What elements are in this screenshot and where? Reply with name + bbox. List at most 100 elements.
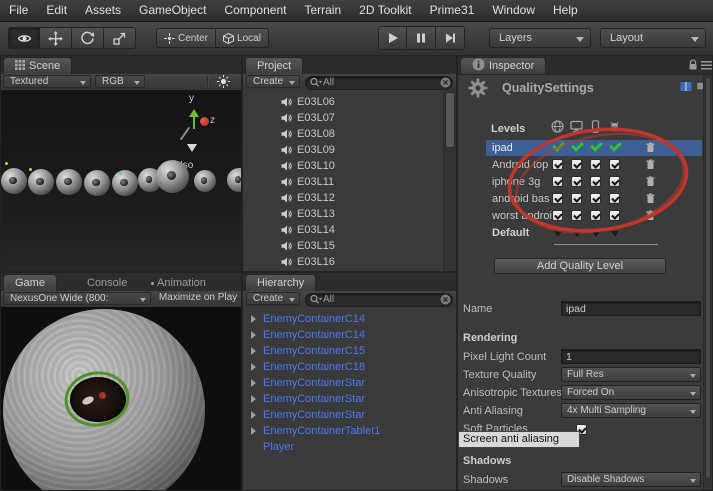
expand-arrow-icon[interactable]: [251, 363, 256, 371]
lock-icon[interactable]: [688, 59, 698, 71]
tab-project[interactable]: Project: [245, 57, 304, 74]
checkbox-checked[interactable]: [590, 159, 601, 170]
green-check-icon[interactable]: [590, 139, 603, 152]
name-field[interactable]: ipad: [561, 301, 701, 316]
project-scrollbar[interactable]: [443, 90, 456, 271]
scene-object-sphere[interactable]: [1, 168, 27, 194]
tab-animation[interactable]: Animation: [157, 275, 206, 291]
project-list[interactable]: E03L06 E03L07 E03L08 E03L09 E03L10 E03L1…: [243, 90, 456, 271]
expand-arrow-icon[interactable]: [251, 395, 256, 403]
scene-object-sphere[interactable]: [156, 160, 189, 193]
asset-item[interactable]: E03L16: [243, 254, 335, 270]
scene-object-sphere[interactable]: [28, 169, 54, 195]
checkbox-checked[interactable]: [609, 159, 620, 170]
scrollbar-thumb[interactable]: [445, 92, 455, 148]
menu-assets[interactable]: Assets: [76, 0, 130, 21]
light-gizmo-icon[interactable]: [29, 168, 32, 171]
gameobject-item[interactable]: EnemyContainerC14: [243, 327, 365, 343]
scene-object-sphere[interactable]: [227, 168, 241, 192]
default-dropdown-arrow[interactable]: [592, 231, 600, 241]
checkbox-checked[interactable]: [590, 176, 601, 187]
menu-2d-toolkit[interactable]: 2D Toolkit: [350, 0, 420, 21]
menu-window[interactable]: Window: [483, 0, 544, 21]
trash-icon[interactable]: [646, 159, 655, 170]
pixel-light-count-field[interactable]: 1: [561, 349, 701, 364]
project-create-dropdown[interactable]: Create: [246, 75, 300, 88]
render-channels-dropdown[interactable]: RGB: [95, 75, 145, 88]
tab-game[interactable]: Game: [3, 274, 57, 291]
trash-icon[interactable]: [646, 176, 655, 187]
checkbox-checked[interactable]: [552, 210, 563, 221]
step-button[interactable]: [436, 26, 465, 50]
green-check-icon[interactable]: [571, 139, 584, 152]
quality-row-worst-android[interactable]: worst androic: [486, 208, 702, 224]
panel-menu-icon[interactable]: [701, 61, 712, 70]
inspector-scrollbar[interactable]: [703, 75, 712, 490]
tab-inspector[interactable]: Inspector: [460, 57, 547, 74]
checkbox-checked[interactable]: [590, 210, 601, 221]
expand-arrow-icon[interactable]: [251, 347, 256, 355]
add-quality-level-button[interactable]: Add Quality Level: [494, 258, 666, 274]
quality-row-android-top[interactable]: Android top: [486, 157, 702, 173]
menu-edit[interactable]: Edit: [37, 0, 76, 21]
shadows-dropdown[interactable]: Disable Shadows: [561, 472, 701, 487]
tab-scene[interactable]: Scene: [3, 57, 73, 74]
green-check-icon[interactable]: [609, 139, 622, 152]
gizmo-icon[interactable]: [119, 172, 122, 175]
menu-prime31[interactable]: Prime31: [421, 0, 484, 21]
checkbox-checked[interactable]: [571, 159, 582, 170]
checkbox-checked[interactable]: [590, 193, 601, 204]
light-gizmo-icon[interactable]: [5, 162, 8, 165]
scene-object-sphere[interactable]: [194, 170, 216, 192]
asset-item[interactable]: E03L12: [243, 190, 335, 206]
gameobject-item[interactable]: Player: [243, 439, 294, 455]
texture-quality-dropdown[interactable]: Full Res: [561, 367, 701, 382]
scene-object-sphere[interactable]: [56, 169, 82, 195]
down-arrow-icon[interactable]: [187, 144, 197, 157]
asset-item[interactable]: E03L10: [243, 158, 335, 174]
gameobject-item[interactable]: EnemyContainerStar: [243, 407, 365, 423]
view-tool-button[interactable]: [8, 27, 40, 49]
expand-arrow-icon[interactable]: [251, 379, 256, 387]
checkbox-checked[interactable]: [552, 193, 563, 204]
gameobject-item[interactable]: EnemyContainerC15: [243, 343, 365, 359]
pause-button[interactable]: [407, 26, 436, 50]
shading-mode-dropdown[interactable]: Textured: [3, 75, 91, 88]
asset-item[interactable]: E03L15: [243, 238, 335, 254]
asset-item[interactable]: E03L09: [243, 142, 335, 158]
expand-arrow-icon[interactable]: [251, 427, 256, 435]
layers-dropdown[interactable]: Layers: [489, 28, 591, 48]
gameobject-item[interactable]: EnemyContainerTablet1: [243, 423, 380, 439]
anti-aliasing-dropdown[interactable]: 4x Multi Sampling: [561, 403, 701, 418]
game-viewport[interactable]: [1, 307, 241, 490]
asset-item[interactable]: E03L08: [243, 126, 335, 142]
hierarchy-list[interactable]: EnemyContainerC14 EnemyContainerC14 Enem…: [243, 307, 456, 490]
layout-dropdown[interactable]: Layout: [600, 28, 706, 48]
gameobject-item[interactable]: EnemyContainerStar: [243, 391, 365, 407]
checkbox-checked[interactable]: [571, 193, 582, 204]
checkbox-checked[interactable]: [552, 159, 563, 170]
checkbox-checked[interactable]: [571, 176, 582, 187]
trash-icon[interactable]: [646, 142, 655, 153]
checkbox-checked[interactable]: [609, 193, 620, 204]
hierarchy-search-scope[interactable]: All: [323, 294, 334, 305]
tab-hierarchy[interactable]: Hierarchy: [245, 274, 317, 291]
asset-item[interactable]: E03L14: [243, 222, 335, 238]
asset-item[interactable]: E03L11: [243, 174, 334, 190]
hierarchy-create-dropdown[interactable]: Create: [246, 292, 300, 305]
menu-file[interactable]: File: [0, 0, 37, 21]
gameobject-item[interactable]: EnemyContainerStar: [243, 375, 365, 391]
project-search-input[interactable]: All: [305, 76, 453, 90]
menu-gameobject[interactable]: GameObject: [130, 0, 215, 21]
scrollbar-thumb[interactable]: [705, 77, 711, 479]
checkbox-checked[interactable]: [552, 176, 563, 187]
rotate-tool-button[interactable]: [72, 27, 104, 49]
gameobject-item[interactable]: EnemyContainerC18: [243, 359, 365, 375]
move-tool-button[interactable]: [40, 27, 72, 49]
quality-row-iphone-3g[interactable]: iphone 3g: [486, 174, 702, 190]
checkbox-checked[interactable]: [571, 210, 582, 221]
checkbox-checked[interactable]: [609, 210, 620, 221]
project-search-scope[interactable]: All: [323, 77, 334, 88]
trash-icon[interactable]: [646, 193, 655, 204]
trash-icon[interactable]: [646, 210, 655, 221]
